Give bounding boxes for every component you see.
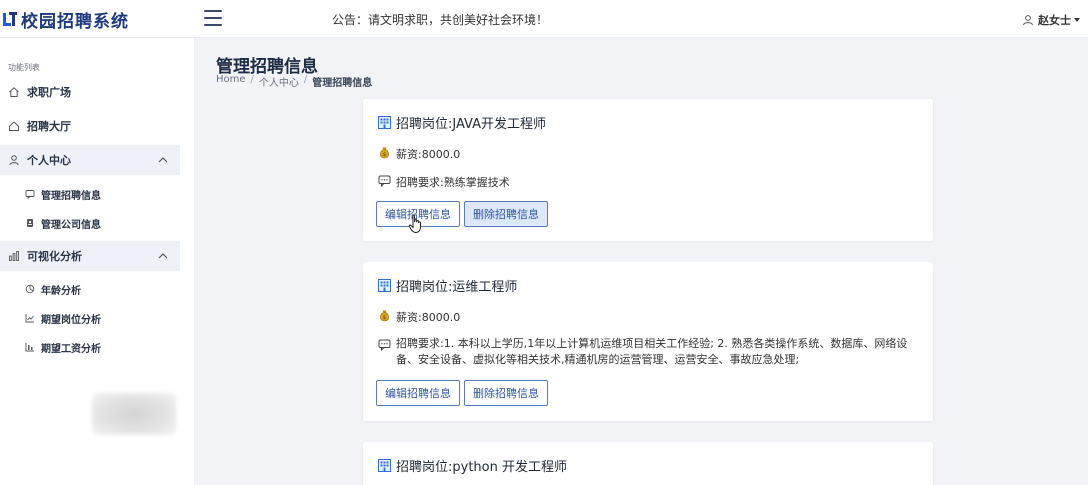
- line-chart-icon: [25, 314, 34, 323]
- svg-text:$: $: [383, 315, 386, 321]
- money-bag-icon: $: [380, 147, 389, 159]
- edit-recruitment-button[interactable]: 编辑招聘信息: [376, 380, 460, 406]
- bar-chart-icon: [9, 251, 19, 261]
- bar-chart-small-icon: [25, 343, 34, 352]
- caret-down-icon: [1074, 18, 1080, 22]
- id-card-icon: [27, 219, 33, 227]
- chevron-up-icon: [158, 157, 168, 163]
- app-logo-icon: [3, 12, 17, 26]
- brand[interactable]: 校园招聘系统: [2, 6, 129, 32]
- job-title: 招聘岗位:python 开发工程师: [378, 456, 567, 475]
- menu-toggle-icon[interactable]: [204, 10, 222, 26]
- chevron-up-icon: [158, 253, 168, 259]
- app-title: 校园招聘系统: [21, 11, 129, 32]
- comment-icon: [378, 339, 391, 351]
- building-icon: [378, 459, 391, 472]
- sidebar-item-recruit-hall[interactable]: 招聘大厅: [0, 111, 180, 141]
- requirement-row: 招聘要求:1. 本科以上学历,1年以上计算机运维项目相关工作经验; 2. 熟悉各…: [378, 336, 926, 368]
- job-title: 招聘岗位:JAVA开发工程师: [378, 113, 546, 132]
- user-icon: [9, 155, 19, 166]
- sidebar-item-personal-center[interactable]: 个人中心: [0, 145, 180, 175]
- announcement-text: 公告：请文明求职，共创美好社会环境！: [332, 13, 549, 27]
- user-menu[interactable]: 赵女士: [1022, 12, 1080, 28]
- breadcrumb-home[interactable]: Home: [216, 74, 246, 89]
- comment-icon: [378, 175, 391, 187]
- top-header: 校园招聘系统 公告：请文明求职，共创美好社会环境！ 赵女士: [0, 0, 1088, 38]
- job-card: 招聘岗位:运维工程师 $ 薪资:8000.0 招聘要求:1. 本科以上学历,1年…: [363, 262, 933, 421]
- sidebar-item-age-analysis[interactable]: 年龄分析: [0, 276, 180, 302]
- user-name: 赵女士: [1038, 14, 1071, 27]
- sidebar-caption: 功能列表: [8, 63, 40, 72]
- sidebar: 功能列表 求职广场 招聘大厅 个人中心 管理招聘信息 管理公司信息 可视化分析 …: [0, 38, 195, 485]
- sidebar-item-manage-recruitment[interactable]: 管理招聘信息: [0, 181, 180, 207]
- message-icon: [25, 190, 35, 199]
- money-bag-icon: $: [380, 310, 389, 322]
- user-icon: [1023, 15, 1033, 26]
- breadcrumb: Home / 个人中心 / 管理招聘信息: [216, 74, 373, 89]
- salary-row: $ 薪资:8000.0: [378, 146, 460, 162]
- sidebar-item-visual-analysis[interactable]: 可视化分析: [0, 241, 180, 271]
- building-icon: [378, 279, 391, 292]
- breadcrumb-current: 管理招聘信息: [312, 78, 373, 89]
- hand-cursor-icon: [408, 214, 421, 233]
- breadcrumb-personal-center[interactable]: 个人中心: [259, 74, 299, 89]
- job-title: 招聘岗位:运维工程师: [378, 276, 517, 295]
- svg-text:$: $: [383, 152, 386, 158]
- delete-recruitment-button[interactable]: 删除招聘信息: [464, 380, 548, 406]
- home-icon: [9, 87, 19, 97]
- pie-chart-icon: [25, 284, 35, 294]
- delete-recruitment-button[interactable]: 删除招聘信息: [464, 201, 548, 227]
- sidebar-item-expected-salary-analysis[interactable]: 期望工资分析: [0, 334, 180, 360]
- job-card: 招聘岗位:JAVA开发工程师 $ 薪资:8000.0 招聘要求:熟练掌握技术 编…: [363, 99, 933, 241]
- salary-row: $ 薪资:8000.0: [378, 309, 460, 325]
- building-icon: [378, 116, 391, 129]
- sidebar-item-job-square[interactable]: 求职广场: [0, 77, 180, 107]
- sidebar-item-expected-position-analysis[interactable]: 期望岗位分析: [0, 305, 180, 331]
- house-icon: [9, 121, 19, 131]
- job-card: 招聘岗位:python 开发工程师: [363, 442, 933, 485]
- requirement-row: 招聘要求:熟练掌握技术: [378, 174, 510, 190]
- blurred-image: [92, 393, 176, 435]
- sidebar-item-manage-company[interactable]: 管理公司信息: [0, 210, 180, 236]
